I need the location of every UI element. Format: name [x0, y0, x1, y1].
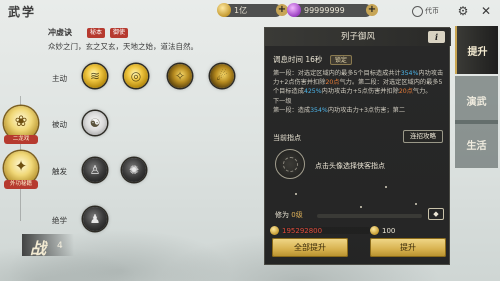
tab-practice[interactable]: 演武: [455, 76, 498, 124]
cultivation-progress: [317, 214, 422, 218]
meditation-icon: ♙: [89, 163, 101, 177]
token-button[interactable]: 代币: [412, 4, 446, 18]
panel-header: 列子御风 i: [265, 28, 451, 46]
upgrade-button[interactable]: 提升: [370, 238, 446, 257]
desc-seg: 内功攻击力+5点伤害并扣除: [321, 88, 399, 96]
desc-seg: 20点: [398, 88, 413, 96]
sparkle: [385, 186, 387, 188]
token-label: 代币: [425, 7, 439, 15]
spiral-icon: ✺: [128, 163, 140, 177]
battle-char: 战: [30, 239, 47, 258]
desc-seg: 个目标造成共计: [357, 70, 401, 77]
desc-seg: 354%: [310, 106, 328, 114]
hand-icon: ☄: [216, 69, 228, 83]
figure-dark-icon: ♟: [89, 212, 101, 226]
current-point-label: 当前指点: [273, 134, 301, 142]
gem-counter: 99999999 +: [287, 3, 378, 17]
desc-seg: 第一段：造成: [273, 106, 311, 114]
active-skill-2[interactable]: ◎: [124, 64, 148, 88]
next-level-label: 下一级: [273, 97, 292, 105]
tab-life-label: 生活: [466, 140, 487, 152]
token-icon: [412, 5, 423, 17]
settings-icon[interactable]: ⚙: [455, 3, 471, 19]
desc-seg: 354%: [400, 70, 419, 77]
cultivation-label: 修为: [275, 211, 289, 219]
outer-manual-label: 外功秘籍: [4, 180, 38, 189]
desc-seg: 内功攻击力+3点伤害；第二: [327, 106, 406, 114]
passive-skill-1[interactable]: ☯: [83, 111, 107, 135]
tab-life[interactable]: 生活: [455, 120, 498, 168]
tab-practice-label: 演武: [466, 96, 487, 108]
token-coin-icon: [370, 226, 379, 235]
figure-icon: ✧: [174, 69, 186, 83]
row-label-passive: 被动: [52, 120, 67, 129]
ultimate-skill-1[interactable]: ♟: [83, 207, 107, 231]
desc-seg: 20点: [325, 79, 340, 87]
tab-upgrade-label: 提升: [467, 46, 488, 58]
item-cost: 100: [370, 226, 395, 235]
combo-strategy-button[interactable]: 连招攻略: [403, 130, 443, 143]
battle-value: 4: [57, 241, 63, 251]
gold-cost: 195292800: [270, 226, 322, 235]
gem-icon: [287, 3, 301, 17]
trigger-skill-2[interactable]: ✺: [122, 158, 146, 182]
active-skill-1[interactable]: ≋: [83, 64, 107, 88]
cultivation-expand-button[interactable]: ◆: [428, 208, 444, 220]
adjust-time-value: 16秒: [305, 55, 323, 64]
close-icon[interactable]: ✕: [478, 3, 494, 19]
gold-counter: 1亿 +: [217, 3, 288, 17]
gold-coin-icon: [217, 3, 231, 17]
skill-effect-description: 第一段：对选定区域内的最多5个目标造成共计354%内功攻击力+2点伤害并扣除20…: [273, 69, 445, 115]
sparkle: [295, 193, 297, 195]
row-label-trigger: 触发: [52, 167, 67, 176]
cultivation-value: 0级: [291, 211, 303, 219]
desc-seg: 气力。: [412, 88, 432, 96]
page-title: 武学: [8, 5, 37, 19]
trigger-skill-1[interactable]: ♙: [83, 158, 107, 182]
item-cost-value: 100: [382, 226, 396, 235]
adjust-time-label: 调息时间: [273, 55, 303, 64]
row-label-active: 主动: [52, 74, 67, 83]
upgrade-all-button[interactable]: 全部提升: [272, 238, 348, 257]
lock-button[interactable]: 锁定: [329, 55, 352, 65]
mentor-hint: 点击头像选择侠客指点: [315, 162, 385, 170]
desc-seg: 第一段：对选定区域内的最多: [273, 70, 354, 77]
tab-upgrade[interactable]: 提升: [455, 26, 498, 74]
skill-tag-1: 秘本: [87, 28, 106, 38]
desc-seg: 425%: [303, 88, 322, 96]
gold-cost-value: 195292800: [282, 226, 323, 235]
skill-description: 众妙之门，玄之又玄，天地之始，道法自然。: [48, 42, 198, 51]
row-label-ultimate: 绝学: [52, 216, 67, 225]
skill-tag-2: 御使: [110, 28, 129, 38]
sparkle: [415, 203, 417, 205]
add-gem-button[interactable]: +: [366, 4, 378, 16]
gold-coin-icon: [270, 226, 279, 235]
sparkle: [360, 206, 362, 208]
panel-title: 列子御风: [340, 32, 375, 42]
active-skill-3[interactable]: ✧: [168, 64, 192, 88]
skill-name: 冲虚诀: [48, 27, 72, 37]
active-skill-4[interactable]: ☄: [210, 64, 234, 88]
dragon-skill-label: 二龙戏: [4, 135, 38, 144]
gem-amount: 99999999: [304, 6, 345, 15]
mentor-avatar-slot[interactable]: [275, 149, 305, 179]
adjust-time: 调息时间 16秒 锁定: [273, 54, 352, 65]
desc-seg: 气力。第二段：对选定区域内的最多: [339, 79, 439, 87]
yin-yang-icon: ☯: [89, 116, 101, 130]
wind-icon: ≋: [89, 69, 101, 83]
desc-seg: 5: [438, 79, 443, 87]
swirl-icon: ◎: [130, 69, 142, 83]
top-bar: 武学 1亿 + 99999999 + 代币 ⚙ ✕: [0, 0, 500, 22]
info-button[interactable]: i: [428, 31, 445, 43]
gold-amount: 1亿: [234, 6, 248, 15]
desc-seg: 个目标造成: [273, 88, 304, 96]
cultivation-level: 修为 0级: [275, 210, 303, 220]
